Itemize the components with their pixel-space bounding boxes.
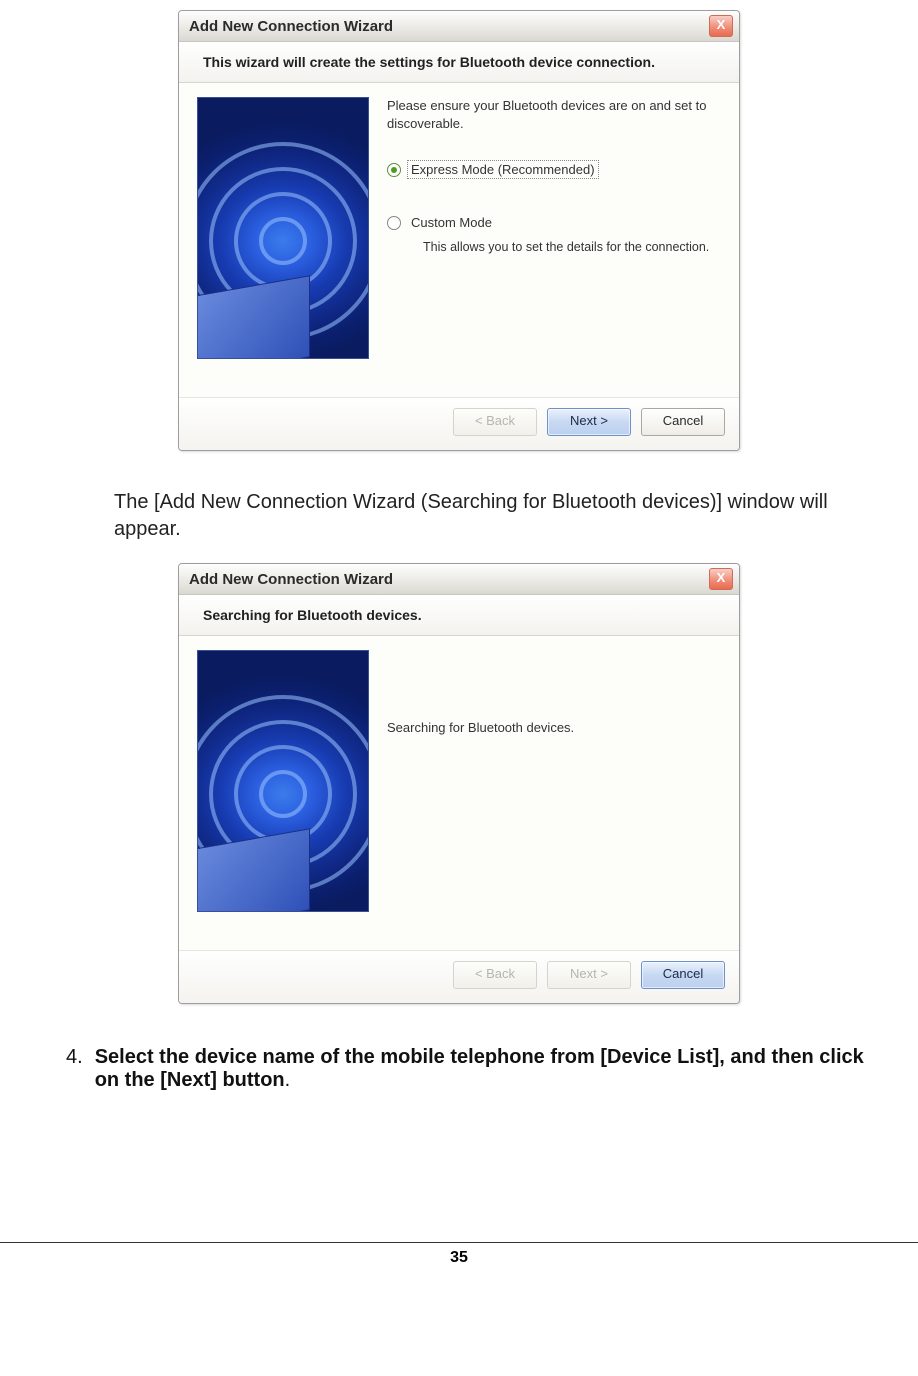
- instruction-text: Please ensure your Bluetooth devices are…: [387, 97, 721, 132]
- window-title: Add New Connection Wizard: [189, 571, 393, 588]
- wizard-header: This wizard will create the settings for…: [179, 42, 739, 83]
- bluetooth-illustration: [197, 650, 369, 912]
- page-footer: 35: [0, 1242, 918, 1267]
- custom-mode-option[interactable]: Custom Mode: [387, 213, 721, 232]
- step-number: 4.: [66, 1046, 83, 1092]
- close-icon[interactable]: X: [709, 568, 733, 590]
- dialog-body: Please ensure your Bluetooth devices are…: [179, 83, 739, 397]
- titlebar: Add New Connection Wizard X: [179, 11, 739, 42]
- document-page: Add New Connection Wizard X This wizard …: [0, 0, 918, 1297]
- step-period: .: [285, 1069, 291, 1091]
- radio-unchecked-icon: [387, 216, 401, 230]
- express-mode-option[interactable]: Express Mode (Recommended): [387, 160, 721, 179]
- content-area: Searching for Bluetooth devices.: [369, 650, 721, 940]
- bluetooth-illustration: [197, 97, 369, 359]
- searching-message: Searching for Bluetooth devices.: [387, 720, 721, 735]
- step-text: Select the device name of the mobile tel…: [95, 1046, 884, 1092]
- close-icon[interactable]: X: [709, 15, 733, 37]
- wizard-dialog-1: Add New Connection Wizard X This wizard …: [178, 10, 740, 451]
- wizard-dialog-2: Add New Connection Wizard X Searching fo…: [178, 563, 740, 1004]
- next-button: Next >: [547, 961, 631, 989]
- step-4: 4. Select the device name of the mobile …: [34, 1024, 884, 1092]
- wizard-header: Searching for Bluetooth devices.: [179, 595, 739, 636]
- back-button: < Back: [453, 961, 537, 989]
- window-title: Add New Connection Wizard: [189, 18, 393, 35]
- radio-checked-icon: [387, 163, 401, 177]
- dialog-footer: < Back Next > Cancel: [179, 950, 739, 1003]
- back-button: < Back: [453, 408, 537, 436]
- dialog-body: Searching for Bluetooth devices.: [179, 636, 739, 950]
- step-text-main: Select the device name of the mobile tel…: [95, 1046, 864, 1091]
- dialog-footer: < Back Next > Cancel: [179, 397, 739, 450]
- next-button[interactable]: Next >: [547, 408, 631, 436]
- custom-mode-note: This allows you to set the details for t…: [423, 240, 721, 254]
- page-number: 35: [450, 1249, 468, 1266]
- paragraph-1: The [Add New Connection Wizard (Searchin…: [44, 471, 874, 563]
- express-mode-label: Express Mode (Recommended): [407, 160, 599, 179]
- custom-mode-label: Custom Mode: [407, 213, 496, 232]
- cancel-button[interactable]: Cancel: [641, 961, 725, 989]
- titlebar: Add New Connection Wizard X: [179, 564, 739, 595]
- cancel-button[interactable]: Cancel: [641, 408, 725, 436]
- content-area: Please ensure your Bluetooth devices are…: [369, 97, 721, 387]
